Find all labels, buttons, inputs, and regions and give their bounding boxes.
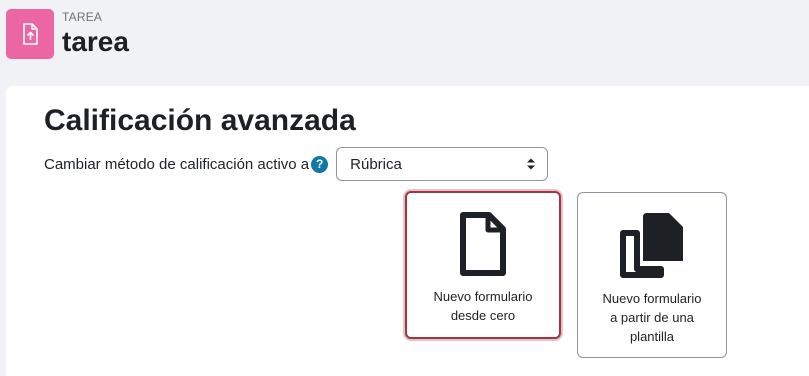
page-header: TAREA tarea — [0, 0, 809, 86]
copy-documents-icon — [620, 213, 683, 278]
main-content: Calificación avanzada Cambiar método de … — [6, 86, 809, 376]
grading-method-value: Rúbrica — [350, 155, 402, 173]
option-label-line: desde cero — [450, 308, 516, 323]
question-icon[interactable]: ? — [311, 155, 329, 173]
select-caret-icon — [527, 158, 536, 170]
option-label-line: a partir de una — [610, 310, 694, 325]
option-label-line: plantilla — [629, 329, 675, 344]
blank-document-icon — [460, 212, 506, 276]
activity-type-label: TAREA — [62, 10, 103, 24]
new-form-from-scratch-button[interactable]: Nuevo formulario desde cero — [405, 191, 561, 339]
new-form-from-template-button[interactable]: Nuevo formulario a partir de una plantil… — [577, 192, 727, 358]
section-title: Calificación avanzada — [44, 104, 356, 137]
grading-method-select[interactable]: Rúbrica — [336, 147, 549, 181]
grading-method-row: Cambiar método de calificación activo a … — [44, 146, 549, 182]
grading-method-label: Cambiar método de calificación activo a — [44, 155, 310, 173]
option-label-line: Nuevo formulario — [433, 289, 533, 304]
assignment-upload-icon — [6, 9, 54, 59]
option-label-line: Nuevo formulario — [602, 291, 702, 306]
page-title: tarea — [62, 26, 129, 57]
